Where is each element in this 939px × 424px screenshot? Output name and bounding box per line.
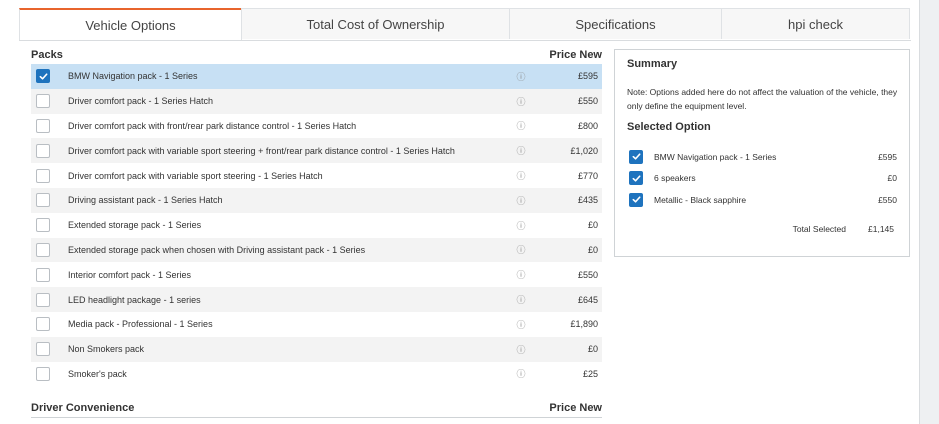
selected-option-name: 6 speakers bbox=[654, 173, 696, 184]
pack-row[interactable]: Extended storage pack when chosen with D… bbox=[31, 237, 602, 263]
pack-price: £550 bbox=[577, 96, 598, 107]
selected-option-row: BMW Navigation pack - 1 Series £595 bbox=[629, 146, 897, 168]
driver-convenience-price-header: Price New bbox=[549, 402, 602, 414]
selected-options-list: BMW Navigation pack - 1 Series £595 6 spea… bbox=[629, 146, 897, 211]
pack-checkbox[interactable] bbox=[36, 342, 50, 357]
info-icon[interactable]: ⓘ bbox=[514, 194, 528, 207]
pack-row[interactable]: LED headlight package - 1 series ⓘ £645 bbox=[31, 287, 602, 312]
info-icon[interactable]: ⓘ bbox=[514, 119, 528, 132]
pack-checkbox[interactable] bbox=[36, 366, 50, 381]
info-icon[interactable]: ⓘ bbox=[514, 268, 528, 281]
info-icon[interactable]: ⓘ bbox=[514, 95, 528, 108]
selected-option-title: Selected Option bbox=[627, 121, 711, 133]
driver-convenience-title: Driver Convenience bbox=[31, 402, 135, 414]
selected-option-checkbox[interactable] bbox=[629, 171, 643, 186]
pack-checkbox[interactable] bbox=[36, 193, 50, 208]
pack-price: £435 bbox=[577, 195, 598, 206]
selected-option-price: £550 bbox=[878, 194, 897, 205]
pack-price: £550 bbox=[577, 269, 598, 280]
pack-checkbox[interactable] bbox=[36, 218, 50, 233]
selected-option-row: Metallic - Black sapphire £550 bbox=[629, 189, 897, 211]
total-selected-label: Total Selected bbox=[792, 224, 846, 234]
driver-convenience-header: Driver Convenience Price New bbox=[31, 399, 602, 418]
pack-price: £645 bbox=[577, 294, 598, 305]
pack-name: Driver comfort pack with variable sport … bbox=[68, 145, 455, 156]
total-selected: Total Selected £1,145 bbox=[793, 224, 894, 234]
selected-option-price: £595 bbox=[878, 151, 897, 162]
pack-checkbox[interactable] bbox=[36, 69, 50, 84]
tab-total-cost-of-ownership[interactable]: Total Cost of Ownership bbox=[241, 8, 510, 39]
pack-checkbox[interactable] bbox=[36, 118, 50, 133]
pack-row[interactable]: BMW Navigation pack - 1 Series ⓘ £595 bbox=[31, 64, 602, 89]
info-icon[interactable]: ⓘ bbox=[514, 367, 528, 380]
packs-list: BMW Navigation pack - 1 Series ⓘ £595 Drive… bbox=[31, 64, 602, 386]
summary-title: Summary bbox=[627, 58, 678, 70]
pack-row[interactable]: Media pack - Professional - 1 Series ⓘ £1,… bbox=[31, 312, 602, 337]
pack-checkbox[interactable] bbox=[36, 94, 50, 109]
tab-hpi-check[interactable]: hpi check bbox=[721, 8, 910, 39]
info-icon[interactable]: ⓘ bbox=[514, 169, 528, 182]
pack-price: £0 bbox=[587, 220, 598, 231]
pack-price: £25 bbox=[582, 368, 598, 379]
pack-name: Extended storage pack when chosen with D… bbox=[68, 244, 366, 255]
info-icon[interactable]: ⓘ bbox=[514, 318, 528, 331]
pack-name: Driver comfort pack - 1 Series Hatch bbox=[68, 96, 214, 107]
pack-name: Media pack - Professional - 1 Series bbox=[68, 319, 213, 330]
pack-name: Driving assistant pack - 1 Series Hatch bbox=[68, 195, 223, 206]
pack-checkbox[interactable] bbox=[36, 242, 50, 257]
pack-price: £0 bbox=[587, 244, 598, 255]
pack-row[interactable]: Non Smokers pack ⓘ £0 bbox=[31, 336, 602, 362]
pack-name: BMW Navigation pack - 1 Series bbox=[68, 71, 198, 82]
total-selected-value: £1,145 bbox=[868, 224, 894, 234]
pack-checkbox[interactable] bbox=[36, 292, 50, 307]
pack-checkbox[interactable] bbox=[36, 143, 50, 158]
pack-price: £0 bbox=[587, 344, 598, 355]
info-icon[interactable]: ⓘ bbox=[514, 70, 528, 83]
pack-checkbox[interactable] bbox=[36, 317, 50, 332]
selected-option-price: £0 bbox=[887, 173, 897, 184]
pack-row[interactable]: Driver comfort pack with variable sport … bbox=[31, 138, 602, 164]
selected-option-checkbox[interactable] bbox=[629, 149, 643, 164]
pack-checkbox[interactable] bbox=[36, 267, 50, 282]
tab-bar: Vehicle Options Total Cost of Ownership … bbox=[19, 8, 911, 41]
pack-name: LED headlight package - 1 series bbox=[68, 294, 201, 305]
info-icon[interactable]: ⓘ bbox=[514, 219, 528, 232]
pack-name: Extended storage pack - 1 Series bbox=[68, 220, 202, 231]
pack-row[interactable]: Smoker's pack ⓘ £25 bbox=[31, 362, 602, 387]
pack-price: £1,020 bbox=[570, 145, 598, 156]
info-icon[interactable]: ⓘ bbox=[514, 293, 528, 306]
pack-row[interactable]: Driver comfort pack with front/rear park… bbox=[31, 114, 602, 139]
info-icon[interactable]: ⓘ bbox=[514, 243, 528, 256]
selected-option-name: Metallic - Black sapphire bbox=[654, 194, 747, 205]
pack-name: Smoker's pack bbox=[68, 368, 127, 379]
selected-option-checkbox[interactable] bbox=[629, 192, 643, 207]
info-icon[interactable]: ⓘ bbox=[514, 343, 528, 356]
packs-header: Packs Price New bbox=[31, 46, 602, 65]
summary-note: Note: Options added here do not affect t… bbox=[627, 87, 898, 111]
pack-price: £1,890 bbox=[570, 319, 598, 330]
tab-specifications[interactable]: Specifications bbox=[509, 8, 722, 39]
pack-name: Driver comfort pack with front/rear park… bbox=[68, 120, 357, 131]
tab-vehicle-options[interactable]: Vehicle Options bbox=[19, 8, 242, 40]
selected-option-name: BMW Navigation pack - 1 Series bbox=[654, 151, 777, 162]
pack-row[interactable]: Driver comfort pack with variable sport … bbox=[31, 163, 602, 188]
selected-option-row: 6 speakers £0 bbox=[629, 168, 897, 190]
pack-row[interactable]: Extended storage pack - 1 Series ⓘ £0 bbox=[31, 213, 602, 238]
pack-name: Driver comfort pack with variable sport … bbox=[68, 170, 323, 181]
info-icon[interactable]: ⓘ bbox=[514, 144, 528, 157]
pack-row[interactable]: Driving assistant pack - 1 Series Hatch ⓘ… bbox=[31, 187, 602, 213]
pack-price: £770 bbox=[577, 170, 598, 181]
packs-title: Packs bbox=[31, 49, 63, 61]
pack-price: £800 bbox=[577, 120, 598, 131]
pack-name: Non Smokers pack bbox=[68, 344, 145, 355]
summary-box: Summary Note: Options added here do not … bbox=[614, 49, 910, 257]
pack-name: Interior comfort pack - 1 Series bbox=[68, 269, 192, 280]
pack-checkbox[interactable] bbox=[36, 168, 50, 183]
vehicle-options-panel: Vehicle Options Total Cost of Ownership … bbox=[0, 0, 920, 424]
pack-price: £595 bbox=[577, 71, 598, 82]
pack-row[interactable]: Driver comfort pack - 1 Series Hatch ⓘ £55… bbox=[31, 88, 602, 114]
pack-row[interactable]: Interior comfort pack - 1 Series ⓘ £550 bbox=[31, 262, 602, 287]
packs-price-header: Price New bbox=[549, 49, 602, 61]
